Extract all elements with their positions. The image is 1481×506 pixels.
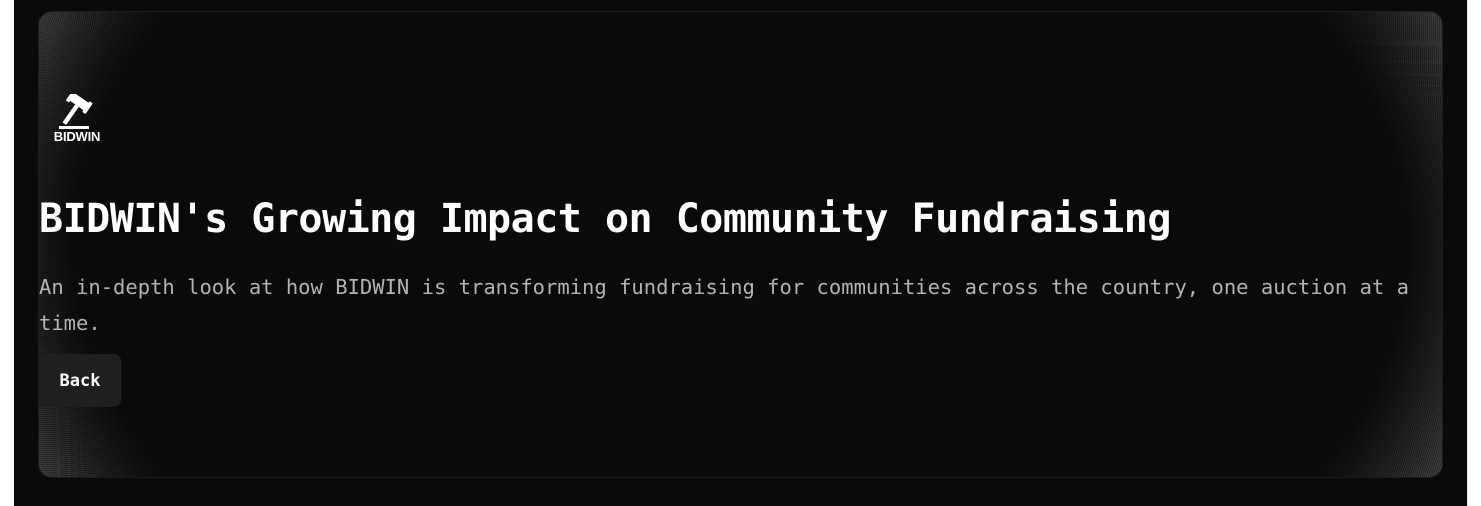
page-subtitle: An in-depth look at how BIDWIN is transf… xyxy=(39,275,1409,335)
back-button[interactable]: Back xyxy=(39,354,121,407)
page: BIDWIN BIDWIN's Growing Impact on Commun… xyxy=(14,0,1467,506)
logo-text: BIDWIN xyxy=(53,129,101,144)
gavel-icon xyxy=(59,94,93,129)
hero-card: BIDWIN BIDWIN's Growing Impact on Commun… xyxy=(38,11,1443,478)
page-title: BIDWIN's Growing Impact on Community Fun… xyxy=(39,196,1171,242)
scrollbar[interactable] xyxy=(1467,0,1481,506)
bidwin-logo[interactable]: BIDWIN xyxy=(47,94,107,148)
